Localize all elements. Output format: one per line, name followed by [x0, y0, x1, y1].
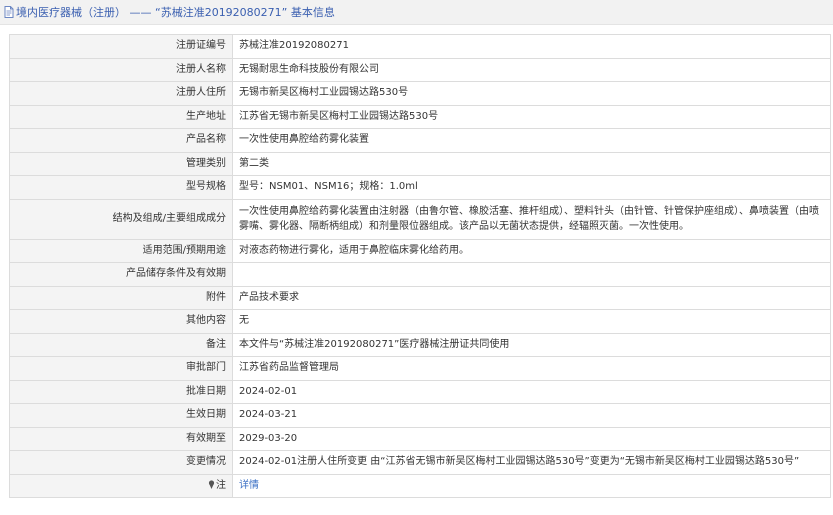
field-value: 产品技术要求 — [232, 285, 831, 310]
field-value — [232, 262, 831, 287]
document-icon — [4, 6, 14, 18]
table-row: 变更情况 2024-02-01注册人住所变更 由“江苏省无锡市新吴区梅村工业园锡达… — [9, 450, 831, 475]
table-row: 其他内容无 — [9, 309, 831, 334]
note-label-cell: 注 — [9, 473, 233, 498]
field-value: 2029-03-20 — [232, 426, 831, 451]
field-value: 无 — [232, 309, 831, 334]
field-label: 审批部门 — [9, 356, 233, 381]
table-row: 型号规格 型号：NSM01、NSM16；规格：1.0ml — [9, 175, 831, 200]
registration-info-table: 注册证编号 苏械注准20192080271 注册人名称 无锡耐思生命科技股份有限公司注… — [9, 34, 831, 498]
table-row: 注册人住所 无锡市新吴区梅村工业园锡达路530号 — [9, 81, 831, 106]
table-row: 生产地址 江苏省无锡市新吴区梅村工业园锡达路530号 — [9, 104, 831, 129]
details-link[interactable]: 详情 — [239, 480, 259, 491]
note-value-cell: 详情 — [232, 473, 831, 498]
field-value: 无锡耐思生命科技股份有限公司 — [232, 57, 831, 82]
table-row-note: 注 详情 — [9, 473, 831, 498]
table-row: 注册证编号 苏械注准20192080271 — [9, 34, 831, 59]
field-label: 生效日期 — [9, 403, 233, 428]
field-value: 对液态药物进行雾化，适用于鼻腔临床雾化给药用。 — [232, 238, 831, 263]
field-value: 2024-02-01注册人住所变更 由“江苏省无锡市新吴区梅村工业园锡达路530… — [232, 450, 831, 475]
field-label: 适用范围/预期用途 — [9, 238, 233, 263]
table-row: 适用范围/预期用途 对液态药物进行雾化，适用于鼻腔临床雾化给药用。 — [9, 238, 831, 263]
field-value: 一次性使用鼻腔给药雾化装置 — [232, 128, 831, 153]
field-label: 其他内容 — [9, 309, 233, 334]
field-value: 苏械注准20192080271 — [232, 34, 831, 59]
field-label: 产品名称 — [9, 128, 233, 153]
page-header: 境内医疗器械（注册） —— “苏械注准20192080271” 基本信息 — [0, 0, 833, 25]
table-row: 管理类别 第二类 — [9, 151, 831, 176]
pin-icon — [208, 480, 215, 489]
table-row: 注册人名称 无锡耐思生命科技股份有限公司 — [9, 57, 831, 82]
table-row: 产品名称 一次性使用鼻腔给药雾化装置 — [9, 128, 831, 153]
field-label: 有效期至 — [9, 426, 233, 451]
table-row: 审批部门 江苏省药品监督管理局 — [9, 356, 831, 381]
field-label: 产品储存条件及有效期 — [9, 262, 233, 287]
field-label: 变更情况 — [9, 450, 233, 475]
field-value: 江苏省无锡市新吴区梅村工业园锡达路530号 — [232, 104, 831, 129]
table-row: 有效期至 2029-03-20 — [9, 426, 831, 451]
field-label: 注册证编号 — [9, 34, 233, 59]
field-label: 注册人名称 — [9, 57, 233, 82]
note-label: 注 — [216, 479, 226, 491]
page-title: 境内医疗器械（注册） —— “苏械注准20192080271” 基本信息 — [16, 6, 335, 19]
field-value: 本文件与“苏械注准20192080271”医疗器械注册证共同使用 — [232, 332, 831, 357]
field-value: 无锡市新吴区梅村工业园锡达路530号 — [232, 81, 831, 106]
table-row: 批准日期 2024-02-01 — [9, 379, 831, 404]
field-label: 批准日期 — [9, 379, 233, 404]
field-label: 结构及组成/主要组成成分 — [9, 198, 233, 240]
table-row: 结构及组成/主要组成成分 一次性使用鼻腔给药雾化装置由注射器（由鲁尔管、橡胶活塞、… — [9, 198, 831, 240]
field-label: 生产地址 — [9, 104, 233, 129]
field-label: 附件 — [9, 285, 233, 310]
field-value: 一次性使用鼻腔给药雾化装置由注射器（由鲁尔管、橡胶活塞、推杆组成）、塑料针头（由… — [232, 198, 831, 240]
field-label: 注册人住所 — [9, 81, 233, 106]
field-value: 江苏省药品监督管理局 — [232, 356, 831, 381]
table-row: 生效日期 2024-03-21 — [9, 403, 831, 428]
field-label: 管理类别 — [9, 151, 233, 176]
field-value: 第二类 — [232, 151, 831, 176]
table-row: 备注 本文件与“苏械注准20192080271”医疗器械注册证共同使用 — [9, 332, 831, 357]
field-label: 型号规格 — [9, 175, 233, 200]
field-label: 备注 — [9, 332, 233, 357]
table-row: 附件 产品技术要求 — [9, 285, 831, 310]
field-value: 2024-02-01 — [232, 379, 831, 404]
field-value: 2024-03-21 — [232, 403, 831, 428]
field-value: 型号：NSM01、NSM16；规格：1.0ml — [232, 175, 831, 200]
table-row: 产品储存条件及有效期 — [9, 262, 831, 287]
